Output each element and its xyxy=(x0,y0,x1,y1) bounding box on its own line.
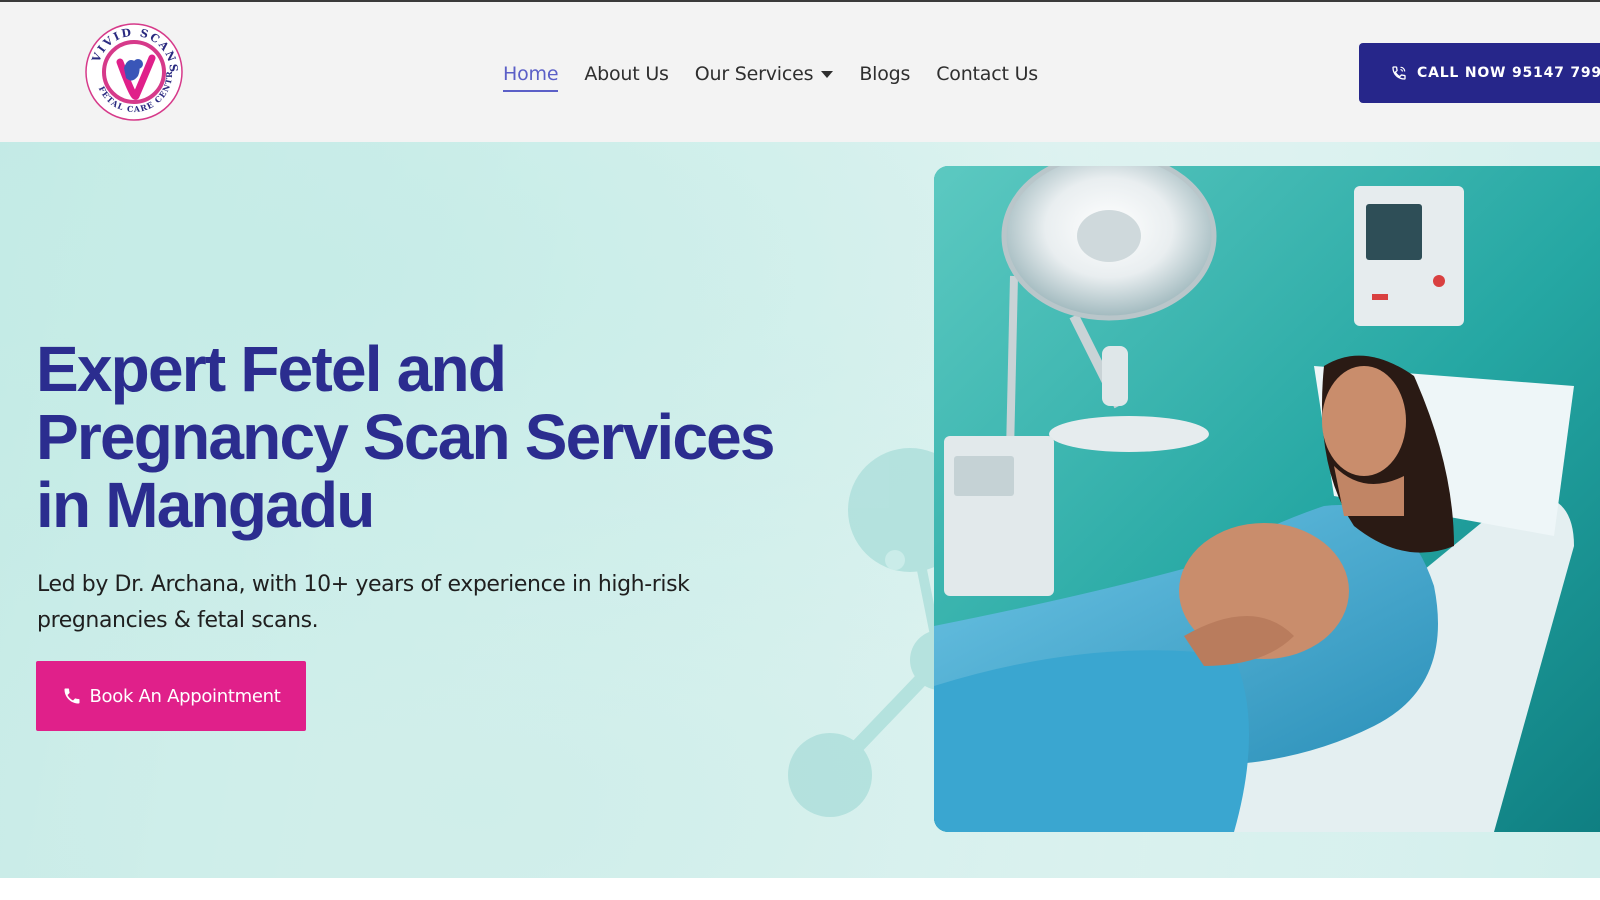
hero-title-line-2: Pregnancy Scan Services xyxy=(36,401,776,473)
phone-icon xyxy=(64,688,79,704)
hero-title: Expert Fetel and Pregnancy Scan Services… xyxy=(36,335,836,539)
nav-about-us-label: About Us xyxy=(584,63,669,85)
hero-title-line-3: in Mangadu xyxy=(36,469,375,541)
main-nav: Home About Us Our Services Blogs Contact… xyxy=(503,54,1038,94)
brand-logo[interactable]: VIVID SCANS FETAL CARE CENTRE xyxy=(80,14,184,122)
chevron-down-icon xyxy=(821,70,834,78)
nav-about-us[interactable]: About Us xyxy=(584,54,669,94)
hero-photo-illustration xyxy=(934,166,1600,832)
nav-home[interactable]: Home xyxy=(503,54,559,94)
book-appointment-button[interactable]: Book An Appointment xyxy=(36,661,306,731)
nav-our-services-label: Our Services xyxy=(694,63,814,85)
hero-bottom-edge xyxy=(0,878,1600,900)
nav-blogs[interactable]: Blogs xyxy=(859,54,910,94)
hero-title-line-1: Expert Fetel and xyxy=(36,333,507,405)
phone-icon xyxy=(1392,66,1406,80)
nav-home-label: Home xyxy=(503,63,559,85)
call-now-button[interactable]: CALL NOW 95147 7999 xyxy=(1359,43,1600,103)
hero-subtitle: Led by Dr. Archana, with 10+ years of ex… xyxy=(37,567,777,639)
hero-subtitle-line-2: pregnancies & fetal scans. xyxy=(37,608,319,633)
logo-emblem-icon: VIVID SCANS FETAL CARE CENTRE xyxy=(80,14,183,121)
nav-blogs-label: Blogs xyxy=(859,63,911,85)
book-appointment-label: Book An Appointment xyxy=(89,685,281,707)
site-header: VIVID SCANS FETAL CARE CENTRE Home About… xyxy=(0,2,1600,142)
hero-subtitle-line-1: Led by Dr. Archana, with 10+ years of ex… xyxy=(37,572,690,597)
nav-contact-us[interactable]: Contact Us xyxy=(936,54,1038,94)
nav-contact-us-label: Contact Us xyxy=(936,63,1038,85)
call-now-label: CALL NOW 95147 7999 xyxy=(1417,65,1600,81)
hero-image xyxy=(934,166,1600,832)
nav-our-services[interactable]: Our Services xyxy=(695,54,834,94)
